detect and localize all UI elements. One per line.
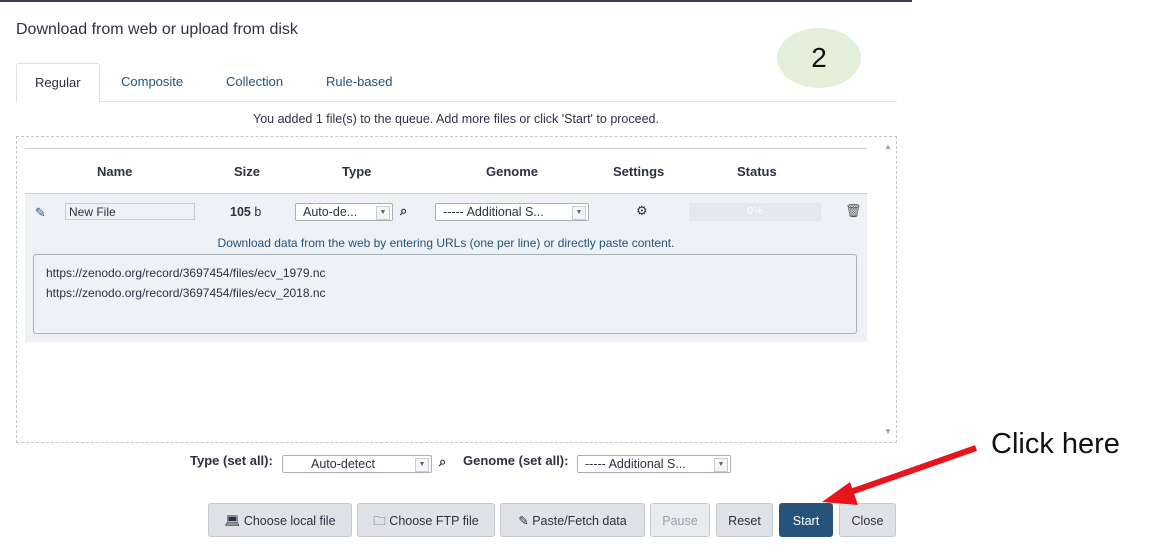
- arrow-head: [822, 482, 858, 505]
- annotation-arrow: [822, 445, 977, 505]
- arrow-shaft: [841, 445, 977, 498]
